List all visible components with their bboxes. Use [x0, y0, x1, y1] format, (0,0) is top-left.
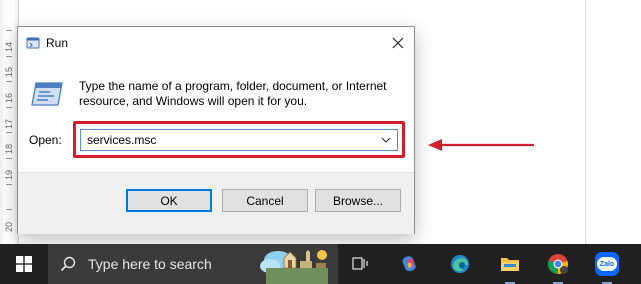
- edge-button[interactable]: [444, 244, 476, 284]
- file-explorer-button[interactable]: [494, 244, 526, 284]
- dialog-description: Type the name of a program, folder, docu…: [79, 79, 387, 108]
- file-explorer-icon: [501, 258, 519, 271]
- annotation-arrow: [428, 139, 534, 151]
- close-icon: [392, 37, 404, 49]
- ruler-number: 16: [4, 93, 14, 104]
- ruler-number: 18: [4, 144, 14, 155]
- ruler-number: 20: [4, 222, 14, 233]
- edge-icon: [451, 255, 469, 273]
- windows-start-icon: [16, 256, 32, 272]
- run-program-icon: [31, 82, 63, 106]
- dialog-titlebar[interactable]: Run: [18, 27, 414, 59]
- task-view-button[interactable]: [346, 244, 374, 284]
- open-label: Open:: [29, 133, 62, 147]
- cancel-button[interactable]: Cancel: [222, 189, 308, 212]
- search-icon: [60, 256, 76, 272]
- chrome-button[interactable]: [542, 244, 574, 284]
- annotation-highlight-box: [73, 121, 405, 158]
- browse-button[interactable]: Browse...: [315, 189, 401, 212]
- page-margin-line: [585, 0, 586, 244]
- copilot-icon: [402, 256, 416, 271]
- close-button[interactable]: [382, 27, 414, 59]
- dialog-title: Run: [46, 36, 69, 50]
- ruler-number: 15: [4, 67, 14, 78]
- copilot-button[interactable]: [394, 244, 426, 284]
- ok-button[interactable]: OK: [126, 189, 212, 212]
- run-icon: [26, 37, 40, 49]
- task-view-icon: [352, 257, 368, 270]
- zalo-label: Zalo: [597, 257, 617, 271]
- taskbar: Type here to search Zalo: [0, 244, 641, 284]
- start-button[interactable]: [0, 244, 48, 284]
- dialog-body: Type the name of a program, folder, docu…: [18, 59, 414, 172]
- run-dialog: Run Type the name of a program, folder, …: [17, 26, 415, 234]
- taskbar-search-box[interactable]: Type here to search: [48, 244, 338, 284]
- news-weather-widget[interactable]: [256, 246, 338, 284]
- ruler-number: 17: [4, 119, 14, 130]
- search-placeholder: Type here to search: [88, 256, 212, 272]
- zalo-button[interactable]: Zalo: [590, 244, 624, 284]
- ruler-number: 14: [4, 42, 14, 53]
- dialog-footer: OK Cancel Browse...: [18, 172, 414, 234]
- chrome-icon: [547, 254, 568, 275]
- ruler-number: 19: [4, 170, 14, 181]
- zalo-icon: Zalo: [595, 252, 619, 276]
